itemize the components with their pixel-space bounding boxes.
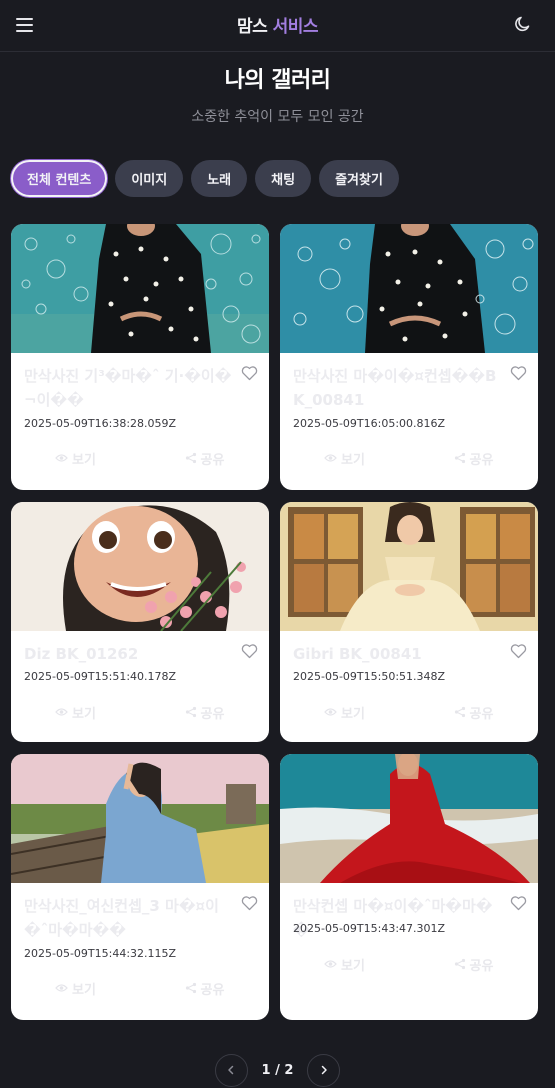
view-label: 보기 (341, 958, 365, 974)
filter-tabs: 전체 컨텐츠 이미지 노래 채팅 즐겨찾기 (11, 160, 399, 197)
share-button[interactable]: 공유 (409, 446, 538, 470)
share-button[interactable]: 공유 (409, 700, 538, 724)
heart-icon[interactable] (510, 365, 527, 381)
view-button[interactable]: 보기 (280, 952, 409, 976)
share-icon (185, 982, 196, 994)
card-actions: 보기 공유 (11, 446, 269, 470)
share-label: 공유 (200, 706, 225, 722)
view-button[interactable]: 보기 (11, 976, 140, 1000)
share-button[interactable]: 공유 (409, 952, 538, 976)
moon-icon[interactable] (513, 14, 533, 34)
share-icon (454, 706, 465, 718)
top-bar: 맘스 서비스 (0, 0, 555, 52)
view-button[interactable]: 보기 (11, 700, 140, 724)
share-icon (454, 958, 465, 970)
view-button[interactable]: 보기 (11, 446, 140, 470)
card-date: 2025-05-09T16:38:28.059Z (24, 417, 177, 430)
chevron-left-icon (228, 1065, 234, 1075)
view-label: 보기 (341, 452, 365, 468)
view-label: 보기 (72, 982, 96, 998)
gallery-card[interactable]: 만삭사진_여신컨셉_3 마�¤이�ˆ마�마�� 2025-05-09T15:44… (11, 754, 269, 1020)
page-title: 나의 갤러리 (224, 68, 331, 93)
card-date: 2025-05-09T15:50:51.348Z (293, 670, 446, 683)
eye-icon (55, 984, 68, 992)
brand-part-moms: 맘스 (236, 17, 268, 37)
card-title: 만삭사진 기³�마�ˆ 기·�이�¬이�� (24, 367, 232, 409)
share-label: 공유 (200, 982, 225, 998)
card-date: 2025-05-09T15:44:32.115Z (24, 947, 177, 960)
card-title: 만삭사진_여신컨셉_3 마�¤이�ˆ마�마�� (24, 897, 219, 939)
card-date: 2025-05-09T15:51:40.178Z (24, 670, 177, 683)
share-icon (185, 706, 196, 718)
share-icon (454, 452, 465, 464)
prev-page-button[interactable] (214, 1053, 248, 1087)
heart-icon[interactable] (241, 365, 258, 381)
heart-icon[interactable] (510, 895, 527, 911)
view-label: 보기 (72, 452, 96, 468)
view-label: 보기 (72, 706, 96, 722)
card-title: 만삭사진 마�이�¤컨셉��BK_00841 (293, 367, 497, 409)
card-thumbnail-image[interactable] (280, 224, 538, 353)
card-actions: 보기 공유 (280, 952, 538, 976)
view-button[interactable]: 보기 (280, 446, 409, 470)
share-label: 공유 (200, 452, 225, 468)
card-actions: 보기 공유 (11, 700, 269, 724)
gallery-card[interactable]: 만삭컨셉 마�¤이�ˆ마�마�� 2025-05-09T15:43:47.301… (280, 754, 538, 1020)
card-thumbnail-image[interactable] (11, 224, 269, 353)
card-thumbnail-image[interactable] (11, 502, 269, 631)
page-subtitle: 소중한 추억이 모두 모인 공간 (191, 109, 364, 125)
share-button[interactable]: 공유 (140, 446, 269, 470)
tab-chats[interactable]: 채팅 (255, 160, 312, 197)
tab-images[interactable]: 이미지 (115, 160, 184, 197)
card-date: 2025-05-09T16:05:00.816Z (293, 417, 446, 430)
app-brand[interactable]: 맘스 서비스 (0, 12, 555, 37)
heart-icon[interactable] (241, 643, 258, 659)
next-page-button[interactable] (307, 1053, 341, 1087)
chevron-right-icon (321, 1065, 327, 1075)
share-label: 공유 (469, 706, 494, 722)
card-actions: 보기 공유 (280, 700, 538, 724)
eye-icon (324, 708, 337, 716)
gallery-card[interactable]: Gibri BK_00841 2025-05-09T15:50:51.348Z … (280, 502, 538, 742)
eye-icon (55, 708, 68, 716)
gallery-card[interactable]: 만삭사진 마�이�¤컨셉��BK_00841 2025-05-09T16:05:… (280, 224, 538, 490)
gallery-card[interactable]: 만삭사진 기³�마�ˆ 기·�이�¬이�� 2025-05-09T16:38:2… (11, 224, 269, 490)
eye-icon (55, 454, 68, 462)
brand-part-service: 서비스 (272, 17, 319, 37)
card-actions: 보기 공유 (280, 446, 538, 470)
card-title: Diz BK_01262 (24, 645, 139, 663)
card-thumbnail-image[interactable] (11, 754, 269, 883)
share-label: 공유 (469, 958, 494, 974)
share-label: 공유 (469, 452, 494, 468)
eye-icon (324, 960, 337, 968)
card-thumbnail-image[interactable] (280, 754, 538, 883)
share-button[interactable]: 공유 (140, 976, 269, 1000)
share-button[interactable]: 공유 (140, 700, 269, 724)
tab-songs[interactable]: 노래 (191, 160, 248, 197)
heart-icon[interactable] (241, 895, 258, 911)
tab-all-contents[interactable]: 전체 컨텐츠 (11, 160, 108, 197)
gallery-card[interactable]: Diz BK_01262 2025-05-09T15:51:40.178Z 보기… (11, 502, 269, 742)
heart-icon[interactable] (510, 643, 527, 659)
view-label: 보기 (341, 706, 365, 722)
tab-favorites[interactable]: 즐겨찾기 (319, 160, 399, 197)
view-button[interactable]: 보기 (280, 700, 409, 724)
share-icon (185, 452, 196, 464)
card-thumbnail-image[interactable] (280, 502, 538, 631)
card-title: Gibri BK_00841 (293, 645, 422, 663)
eye-icon (324, 454, 337, 462)
page-indicator: 1 / 2 (261, 1062, 294, 1078)
pagination: 1 / 2 (0, 1052, 555, 1088)
card-actions: 보기 공유 (11, 976, 269, 1000)
card-date: 2025-05-09T15:43:47.301Z (293, 922, 446, 935)
